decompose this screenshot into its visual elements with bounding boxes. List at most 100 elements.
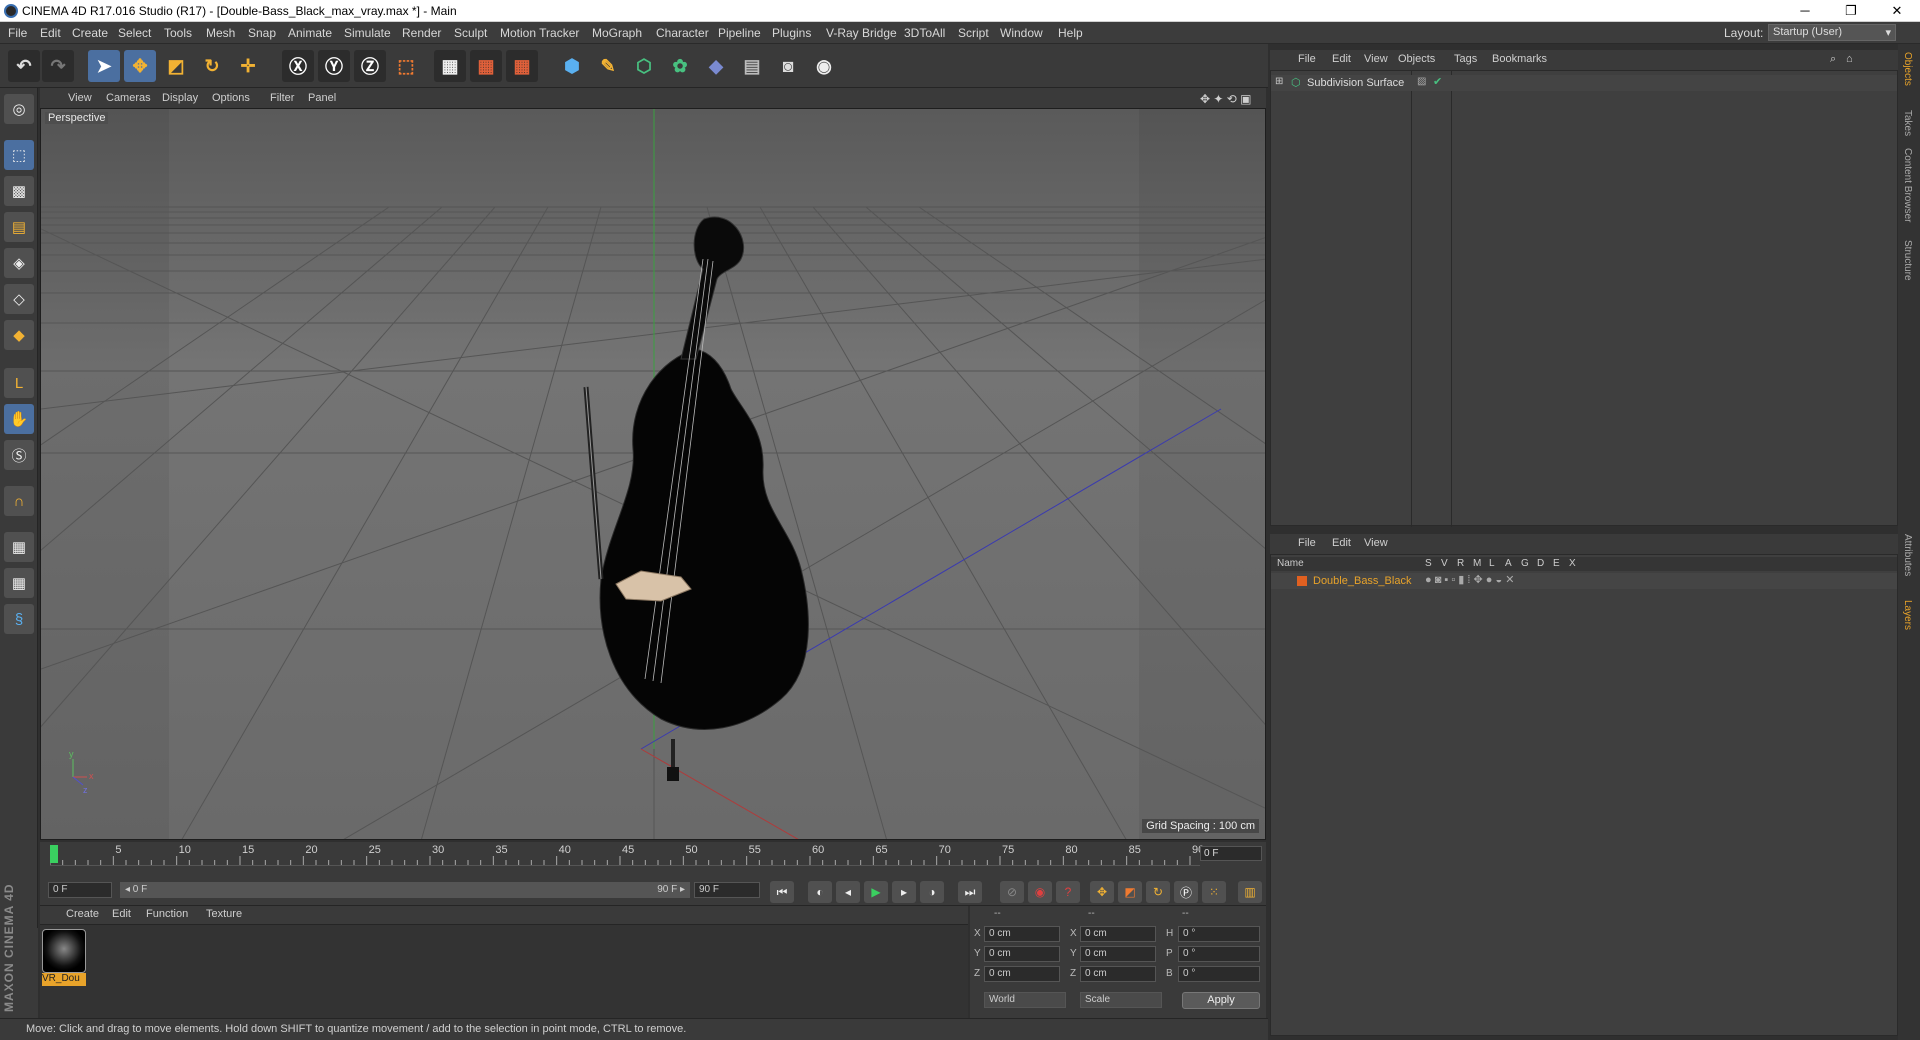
undo-icon[interactable]: ↶ — [8, 50, 40, 82]
apply-button[interactable]: Apply — [1182, 992, 1260, 1009]
layer-menu-edit[interactable]: Edit — [1332, 537, 1351, 549]
mat-menu-function[interactable]: Function — [146, 908, 188, 920]
3d-viewport[interactable]: y x z Perspective Grid Spacing : 100 cm — [40, 108, 1266, 840]
position-y-field[interactable]: 0 cm — [984, 946, 1060, 962]
key-position-icon[interactable]: ✥ — [1090, 881, 1114, 903]
visibility-icon[interactable]: ▨ — [1417, 76, 1426, 87]
layer-manager[interactable]: Name S V R M L A G D E X Double_Bass_Bla… — [1270, 554, 1898, 1036]
menu-select[interactable]: Select — [118, 26, 151, 40]
menu-snap[interactable]: Snap — [248, 26, 276, 40]
menu-pipeline[interactable]: Pipeline — [718, 26, 761, 40]
menu-edit[interactable]: Edit — [40, 26, 61, 40]
key-parameter-icon[interactable]: Ⓟ — [1174, 881, 1198, 903]
pen-spline-icon[interactable]: ✎ — [592, 50, 624, 82]
material-list[interactable]: VR_Dou — [40, 924, 968, 1018]
menu-plugins[interactable]: Plugins — [772, 26, 811, 40]
obj-menu-view[interactable]: View — [1364, 53, 1388, 65]
menu-help[interactable]: Help — [1058, 26, 1083, 40]
next-frame-icon[interactable]: ▸ — [892, 881, 916, 903]
col-x[interactable]: X — [1569, 558, 1576, 569]
menu-mesh[interactable]: Mesh — [206, 26, 235, 40]
col-r[interactable]: R — [1457, 558, 1464, 569]
y-axis-lock-icon[interactable]: Ⓨ — [318, 50, 350, 82]
timeline-ruler[interactable]: 051015202530354045505560657075808590 — [50, 842, 1204, 866]
go-to-start-icon[interactable]: ⏮ — [770, 881, 794, 903]
coordinate-mode-select[interactable]: World — [984, 992, 1066, 1008]
col-name[interactable]: Name — [1277, 558, 1304, 569]
col-v[interactable]: V — [1441, 558, 1448, 569]
python-script-icon[interactable]: § — [4, 604, 34, 634]
menu-create[interactable]: Create — [72, 26, 108, 40]
vp-menu-cameras[interactable]: Cameras — [106, 92, 151, 104]
mat-menu-create[interactable]: Create — [66, 908, 99, 920]
menu-vray-bridge[interactable]: V-Ray Bridge — [826, 26, 897, 40]
minimize-button[interactable]: ─ — [1782, 0, 1828, 22]
layer-flag-icons[interactable]: ● ◙ ▪ ▫ ▮ ⁞ ✥ ● ◒ ✕ — [1425, 573, 1514, 586]
play-icon[interactable]: ▶ — [864, 881, 888, 903]
enabled-check-icon[interactable]: ✔ — [1433, 75, 1442, 88]
size-x-field[interactable]: 0 cm — [1080, 926, 1156, 942]
object-manager[interactable]: ⊞ ⬡ Subdivision Surface ▨ ✔ — [1270, 70, 1898, 527]
size-mode-select[interactable]: Scale — [1080, 992, 1162, 1008]
restore-button[interactable]: ❐ — [1828, 0, 1874, 22]
motion-record-icon[interactable]: ⊘ — [1000, 881, 1024, 903]
obj-menu-file[interactable]: File — [1298, 53, 1316, 65]
floor-icon[interactable]: ▤ — [736, 50, 768, 82]
size-z-field[interactable]: 0 cm — [1080, 966, 1156, 982]
col-e[interactable]: E — [1553, 558, 1560, 569]
home-icon[interactable]: ⌂ — [1846, 53, 1853, 65]
rotate-tool-icon[interactable]: ↻ — [196, 50, 228, 82]
col-d[interactable]: D — [1537, 558, 1544, 569]
redo-icon[interactable]: ↷ — [42, 50, 74, 82]
timeline-window-icon[interactable]: ▥ — [1238, 881, 1262, 903]
obj-menu-tags[interactable]: Tags — [1454, 53, 1477, 65]
playhead[interactable] — [50, 845, 58, 863]
vp-menu-view[interactable]: View — [68, 92, 92, 104]
deformer-icon[interactable]: ◆ — [700, 50, 732, 82]
layer-name[interactable]: Double_Bass_Black — [1313, 575, 1411, 587]
menu-render[interactable]: Render — [402, 26, 441, 40]
menu-character[interactable]: Character — [656, 26, 709, 40]
material-name[interactable]: VR_Dou — [42, 973, 86, 986]
menu-sculpt[interactable]: Sculpt — [454, 26, 487, 40]
menu-window[interactable]: Window — [1000, 26, 1043, 40]
x-axis-lock-icon[interactable]: Ⓧ — [282, 50, 314, 82]
tab-attributes[interactable]: Attributes — [1902, 534, 1913, 576]
rotation-b-field[interactable]: 0 ° — [1178, 966, 1260, 982]
make-editable-icon[interactable]: ◎ — [4, 94, 34, 124]
camera-icon[interactable]: ◙ — [772, 50, 804, 82]
scale-tool-icon[interactable]: ◩ — [160, 50, 192, 82]
menu-simulate[interactable]: Simulate — [344, 26, 391, 40]
cube-object-icon[interactable]: ⬢ — [556, 50, 588, 82]
layer-row[interactable]: Double_Bass_Black ● ◙ ▪ ▫ ▮ ⁞ ✥ ● ◒ ✕ — [1271, 573, 1897, 589]
menu-motion-tracker[interactable]: Motion Tracker — [500, 26, 579, 40]
object-row[interactable]: ⊞ ⬡ Subdivision Surface ▨ ✔ — [1271, 75, 1897, 91]
timeline[interactable]: 051015202530354045505560657075808590 0 F — [40, 842, 1266, 876]
col-a[interactable]: A — [1505, 558, 1512, 569]
key-point-level-icon[interactable]: ⁙ — [1202, 881, 1226, 903]
record-keyframe-icon[interactable]: ◉ — [1028, 881, 1052, 903]
key-rotation-icon[interactable]: ↻ — [1146, 881, 1170, 903]
axis-mode-icon[interactable]: L — [4, 368, 34, 398]
col-s[interactable]: S — [1425, 558, 1432, 569]
menu-animate[interactable]: Animate — [288, 26, 332, 40]
mat-menu-edit[interactable]: Edit — [112, 908, 131, 920]
snap-magnet-icon[interactable]: ∩ — [4, 486, 34, 516]
go-to-end-icon[interactable]: ⏭ — [958, 881, 982, 903]
obj-menu-bookmarks[interactable]: Bookmarks — [1492, 53, 1547, 65]
model-mode-icon[interactable]: ⬚ — [4, 140, 34, 170]
tab-layers[interactable]: Layers — [1902, 600, 1913, 630]
expand-icon[interactable]: ⊞ — [1275, 76, 1283, 87]
menu-script[interactable]: Script — [958, 26, 989, 40]
mat-menu-texture[interactable]: Texture — [206, 908, 242, 920]
col-l[interactable]: L — [1489, 558, 1495, 569]
object-name[interactable]: Subdivision Surface — [1307, 77, 1404, 89]
menu-file[interactable]: File — [8, 26, 27, 40]
tab-content-browser[interactable]: Content Browser — [1902, 148, 1913, 222]
points-mode-icon[interactable]: ◈ — [4, 248, 34, 278]
previous-keyframe-icon[interactable]: ◐ — [808, 881, 832, 903]
autokeying-icon[interactable]: ? — [1056, 881, 1080, 903]
start-frame-field[interactable]: 0 F — [48, 882, 112, 898]
solo-mode-icon[interactable]: Ⓢ — [4, 440, 34, 470]
light-icon[interactable]: ◉ — [808, 50, 840, 82]
